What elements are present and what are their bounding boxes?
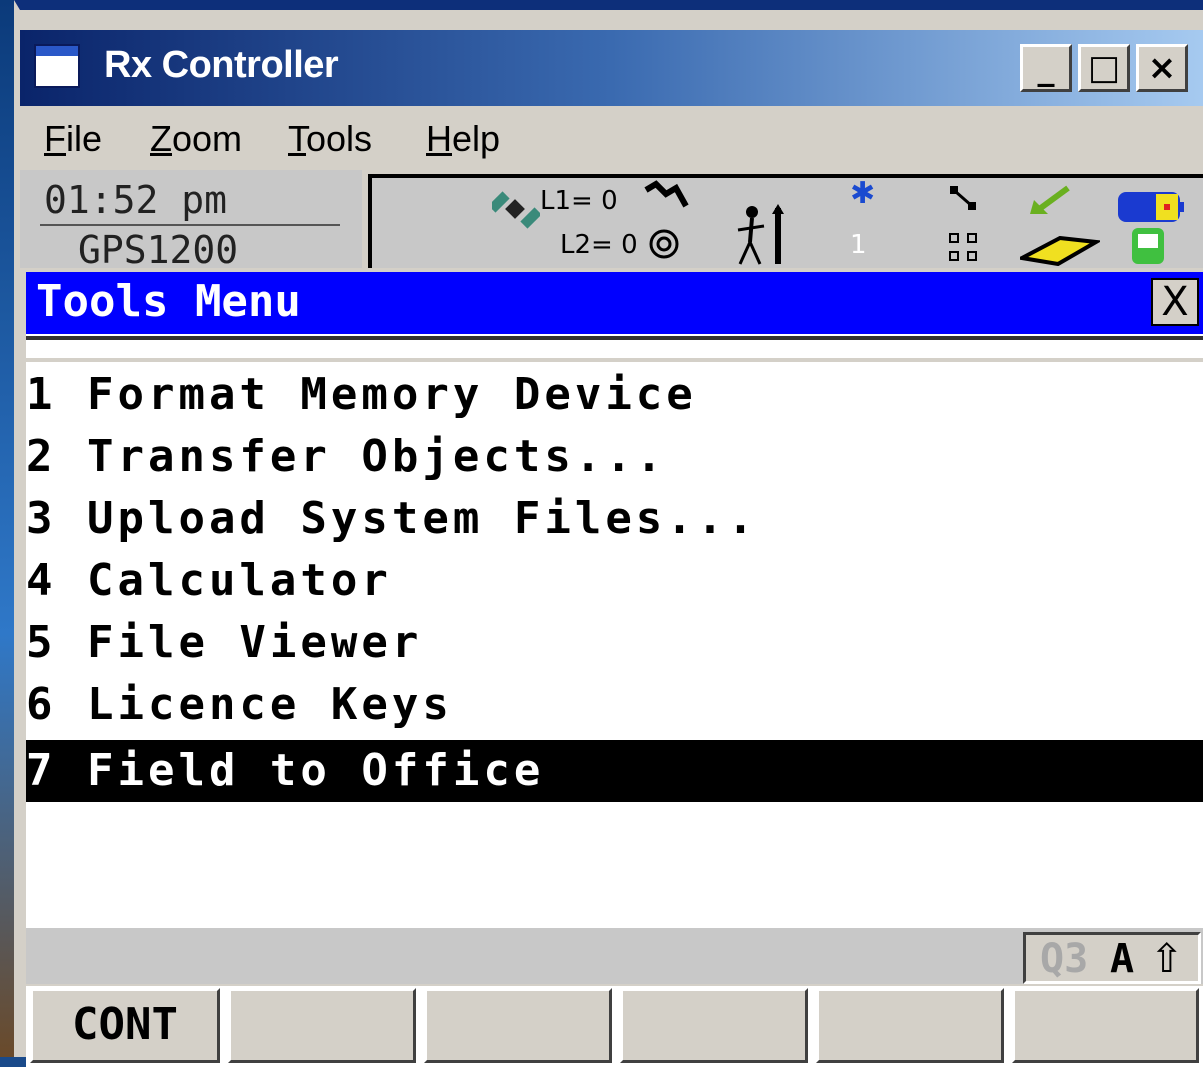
menu-help-label: elp — [452, 118, 501, 159]
battery-icon — [1118, 192, 1184, 222]
rtk-at-icon — [649, 229, 679, 259]
title-bar[interactable]: Rx Controller _ □ × — [20, 30, 1203, 106]
maximize-button[interactable]: □ — [1078, 44, 1130, 92]
device-icon — [1132, 228, 1164, 264]
quality-indicator: Q3 — [1040, 936, 1089, 982]
l2-satellite-count: L2= 0 — [560, 230, 638, 260]
memory-card-icon — [1020, 236, 1100, 266]
alpha-mode-indicator: A — [1110, 936, 1135, 982]
input-mode-indicator: Q3 A ⇧ — [1023, 932, 1201, 984]
instrument-model: GPS1200 — [78, 228, 239, 272]
menu-bar: File Zoom Tools Help — [20, 110, 1203, 168]
network-icon — [949, 233, 977, 261]
signal-arrow-icon — [644, 180, 689, 208]
status-icon-bar: L1= 0 L2= 0 ✱ 1 — [368, 174, 1203, 268]
menu-file[interactable]: File — [44, 118, 102, 160]
menu-help-mnemonic: H — [426, 118, 452, 159]
tools-menu-panel: Tools Menu X — [26, 272, 1203, 358]
window-title: Rx Controller — [104, 44, 339, 86]
menu-option-transfer-objects[interactable]: 2 Transfer Objects... — [26, 426, 1203, 488]
line-connect-icon — [950, 186, 976, 210]
menu-list: 1 Format Memory Device 2 Transfer Object… — [26, 362, 1203, 928]
f4-button[interactable] — [620, 988, 808, 1063]
menu-option-calculator[interactable]: 4 Calculator — [26, 550, 1203, 612]
minimize-button[interactable]: _ — [1020, 44, 1072, 92]
menu-zoom[interactable]: Zoom — [150, 118, 242, 160]
walking-person-icon — [737, 204, 784, 265]
shift-icon: ⇧ — [1150, 936, 1184, 982]
panel-divider — [26, 336, 1203, 340]
menu-option-format-memory[interactable]: 1 Format Memory Device — [26, 364, 1203, 426]
menu-file-mnemonic: F — [44, 118, 66, 159]
f3-button[interactable] — [424, 988, 612, 1063]
satellite-icon — [492, 191, 540, 229]
app-window: Rx Controller _ □ × File Zoom Tools Help… — [14, 0, 1203, 1067]
f6-button[interactable] — [1012, 988, 1199, 1063]
clock-time: 01:52 pm — [44, 178, 228, 222]
close-button[interactable]: × — [1136, 44, 1188, 92]
menu-help[interactable]: Help — [426, 118, 500, 160]
clock-panel: 01:52 pm GPS1200 — [20, 170, 362, 272]
menu-file-label: ile — [66, 118, 103, 159]
menu-option-upload-system-files[interactable]: 3 Upload System Files... — [26, 488, 1203, 550]
menu-zoom-label: oom — [172, 118, 243, 159]
panel-close-button[interactable]: X — [1151, 278, 1199, 326]
bluetooth-icon: ✱ — [850, 176, 876, 211]
menu-tools-label: ools — [306, 118, 373, 159]
desktop-background — [0, 0, 14, 1057]
function-key-bar: CONT — [26, 986, 1203, 1067]
menu-option-licence-keys[interactable]: 6 Licence Keys — [26, 674, 1203, 736]
menu-tools-mnemonic: T — [288, 118, 306, 159]
bluetooth-count: 1 — [850, 230, 867, 260]
indicator-bar: Q3 A ⇧ — [26, 928, 1203, 984]
f1-cont-button[interactable]: CONT — [30, 988, 220, 1063]
panel-title: Tools Menu — [36, 276, 301, 327]
download-arrow-icon — [1030, 185, 1070, 214]
app-window-icon — [34, 44, 80, 88]
menu-option-field-to-office[interactable]: 7 Field to Office — [26, 740, 1203, 802]
f5-button[interactable] — [816, 988, 1004, 1063]
panel-title-bar: Tools Menu X — [26, 272, 1203, 334]
clock-divider — [40, 224, 340, 226]
l1-satellite-count: L1= 0 — [540, 186, 618, 216]
menu-option-file-viewer[interactable]: 5 File Viewer — [26, 612, 1203, 674]
menu-tools[interactable]: Tools — [288, 118, 372, 160]
menu-zoom-mnemonic: Z — [150, 118, 172, 159]
f2-button[interactable] — [228, 988, 416, 1063]
